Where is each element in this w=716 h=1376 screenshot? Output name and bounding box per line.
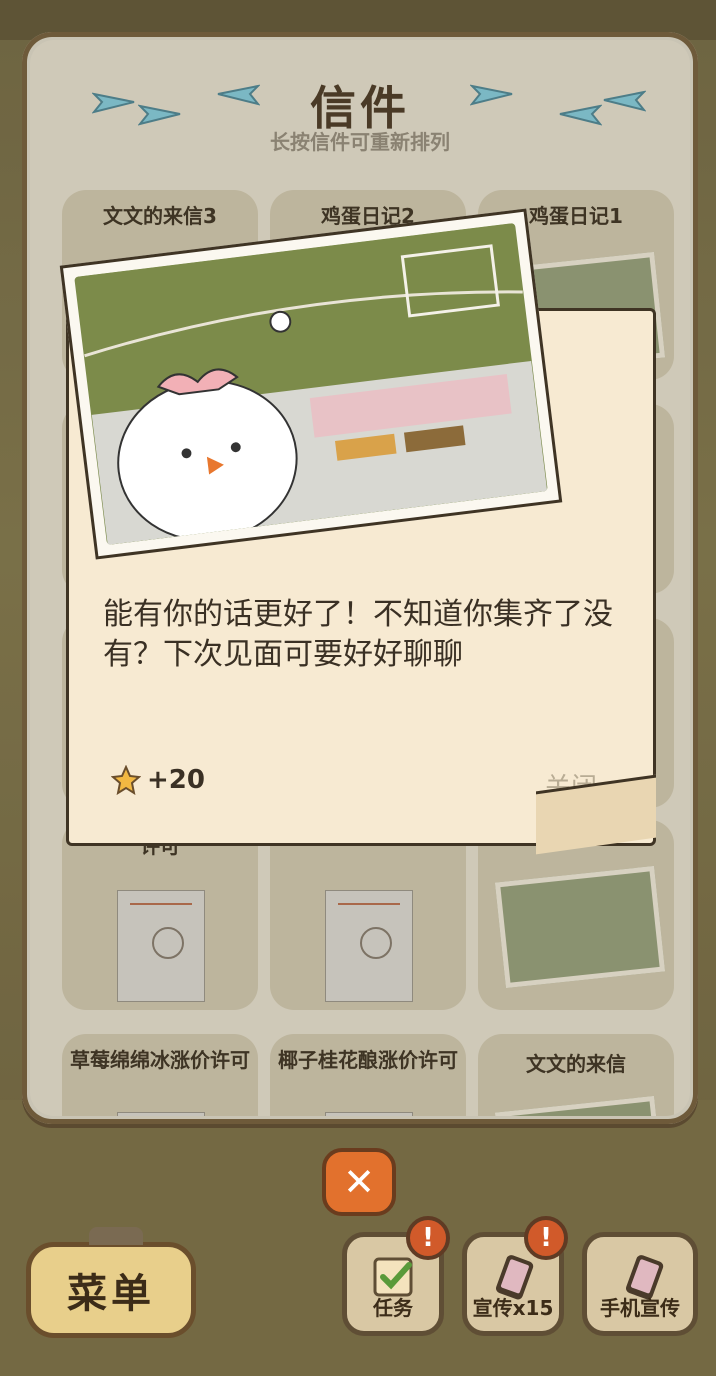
letter-card-title: 文文的来信3 [103, 204, 217, 228]
letter-reward: +20 [111, 765, 205, 795]
close-button[interactable]: ✕ [322, 1148, 396, 1216]
letter-card[interactable]: 许可 [62, 820, 258, 1010]
phone-promote-button[interactable]: 手机宣传 [582, 1232, 698, 1336]
permit-document-thumbnail [325, 1112, 413, 1116]
promote-label: 宣传x15 [472, 1296, 554, 1320]
panel-subtitle: 长按信件可重新排列 [270, 130, 450, 154]
star-icon [111, 765, 141, 795]
clipboard-clip [89, 1227, 143, 1245]
permit-document-thumbnail [117, 890, 205, 1002]
tasks-label: 任务 [373, 1296, 413, 1320]
alert-badge-icon: ! [524, 1216, 568, 1260]
letter-card-title: 文文的来信 [526, 1052, 626, 1076]
letter-message: 能有你的话更好了！不知道你集齐了没有？下次见面可要好好聊聊 [103, 597, 613, 672]
permit-document-thumbnail [325, 890, 413, 1002]
letter-photo-thumbnail [494, 865, 666, 989]
menu-button-label: 菜单 [67, 1271, 155, 1317]
close-icon: ✕ [343, 1160, 375, 1204]
letter-card-title: 椰子桂花酿涨价许可 [278, 1048, 458, 1072]
letter-card-title: 草莓绵绵冰涨价许可 [70, 1048, 250, 1072]
photo-scene [74, 222, 548, 546]
letter-card[interactable] [270, 820, 466, 1010]
phone-promote-label: 手机宣传 [600, 1296, 680, 1320]
letter-card[interactable]: 文文的来信 [478, 1034, 674, 1116]
letter-photo [59, 208, 563, 560]
letter-card[interactable]: 草莓绵绵冰涨价许可 [62, 1034, 258, 1116]
permit-document-thumbnail [117, 1112, 205, 1116]
alert-badge-icon: ! [406, 1216, 450, 1260]
letter-photo-thumbnail [494, 1095, 666, 1116]
menu-button[interactable]: 菜单 [26, 1227, 196, 1338]
reward-amount: +20 [147, 765, 205, 795]
letter-card[interactable]: 椰子桂花酿涨价许可 [270, 1034, 466, 1116]
